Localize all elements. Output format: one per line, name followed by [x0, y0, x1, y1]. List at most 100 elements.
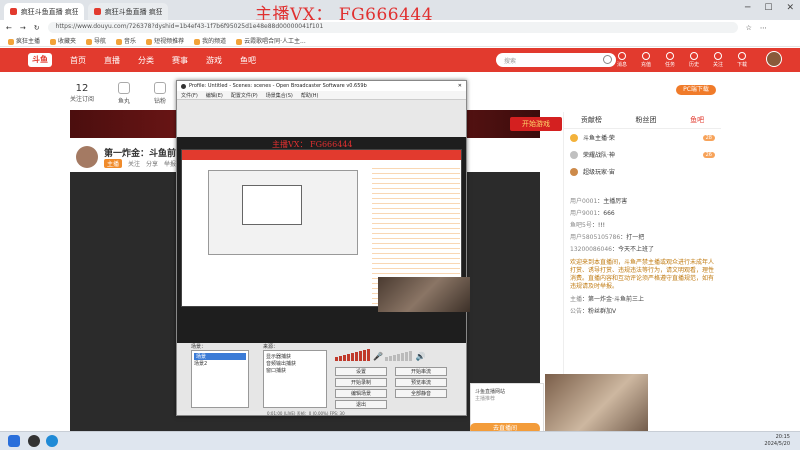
nav-category[interactable]: 分类 — [138, 55, 154, 66]
rank-row[interactable]: 斗鱼主播·荣 28 — [564, 129, 721, 146]
system-clock[interactable]: 20:15 2024/5/20 — [764, 434, 790, 448]
star-icon[interactable]: ☆ — [746, 24, 752, 32]
obs-menu-edit[interactable]: 编辑(E) — [206, 92, 223, 99]
tab-yuba[interactable]: 鱼吧 — [690, 115, 704, 125]
forward-icon[interactable]: → — [20, 24, 26, 32]
recharge-icon[interactable]: 充值 — [639, 52, 653, 68]
bookmark-item[interactable]: 云霞歌唱合同·人工主... — [236, 36, 306, 45]
source-item[interactable]: 显示器捕获 — [266, 353, 324, 360]
menu-icon[interactable]: ⋯ — [760, 24, 767, 32]
fishball-icon — [118, 81, 131, 94]
nav-yuba[interactable]: 鱼吧 — [240, 55, 256, 66]
obs-menu-help[interactable]: 帮助(H) — [301, 92, 319, 99]
search-icon[interactable] — [603, 55, 612, 64]
nav-home[interactable]: 首页 — [70, 55, 86, 66]
bookmark-item[interactable]: 疯狂主播 — [8, 36, 40, 45]
obs-controls: 场景： 场景 场景2 来源： 显示器捕获 音频输出捕获 窗口捕获 🎤 🔊 设置 … — [177, 343, 466, 411]
sources-label: 来源： — [263, 344, 279, 350]
folder-icon — [194, 38, 201, 45]
folder-icon — [146, 38, 153, 45]
chat-message: 13200086046：今天不上班了 — [570, 246, 655, 253]
header-icon-row: 消息 充值 任务 历史 关注 下载 — [615, 52, 749, 68]
mic-icon[interactable]: 🎤 — [373, 352, 383, 361]
source-item[interactable]: 窗口捕获 — [266, 367, 324, 374]
chat-message: 用户5805105786：打一把 — [570, 234, 645, 241]
fishball-button[interactable]: 鱼丸 — [118, 81, 131, 105]
highlight-message: 主播：第一炸金·斗鱼前三上 — [570, 296, 644, 303]
browser-tab[interactable]: 疯狂斗鱼直播 疯狂斗鱼直播 疯狂斗 — [4, 3, 84, 20]
settings-button[interactable]: 设置 — [335, 367, 387, 376]
speaker-icon[interactable]: 🔊 — [416, 352, 426, 361]
user-avatar[interactable] — [766, 51, 782, 67]
streamer-avatar[interactable] — [76, 146, 98, 168]
chat-message: 用户0001：主播厉害 — [570, 198, 628, 205]
bookmark-item[interactable]: 收藏夹 — [50, 36, 76, 45]
browser-tab[interactable]: 疯狂斗鱼直播 疯狂斗鱼直播 疯狂斗 — [88, 3, 168, 20]
streamer-tags: 主播 关注 分享 举报 — [104, 159, 176, 168]
search-input[interactable]: 搜索 — [496, 53, 616, 67]
edit-scene-button[interactable]: 编辑场景 — [335, 389, 387, 398]
sources-list: 显示器捕获 音频输出捕获 窗口捕获 — [263, 350, 327, 408]
reload-icon[interactable]: ↻ — [34, 24, 40, 32]
scene-item[interactable]: 场景 — [194, 353, 246, 360]
tab-favicon-icon — [94, 8, 101, 15]
follow-icon[interactable]: 关注 — [711, 52, 725, 68]
history-icon[interactable]: 历史 — [687, 52, 701, 68]
exit-button[interactable]: 退出 — [335, 400, 387, 409]
scenes-label: 场景： — [191, 344, 207, 350]
window-controls: ─ ☐ ✕ — [745, 3, 794, 13]
start-recording-button[interactable]: 开始录制 — [335, 378, 387, 387]
preview-stream-button[interactable]: 预览串流 — [395, 378, 447, 387]
message-icon[interactable]: 消息 — [615, 52, 629, 68]
fan-button[interactable]: 钻粉 — [154, 81, 166, 105]
start-game-button[interactable]: 开始游戏 — [510, 117, 562, 131]
mute-all-button[interactable]: 全部静音 — [395, 389, 447, 398]
start-stream-button[interactable]: 开始串流 — [395, 367, 447, 376]
pc-download-button[interactable]: PC端下载 — [676, 85, 716, 95]
obs-close-icon[interactable]: ✕ — [458, 83, 462, 89]
douyu-logo[interactable]: 斗鱼 — [28, 53, 52, 67]
rank-row[interactable]: 荣耀战队·神 26 — [564, 146, 721, 163]
share-link[interactable]: 分享 — [146, 159, 158, 168]
bookmark-item[interactable]: 我的频道 — [194, 36, 226, 45]
webcam-preview — [378, 277, 470, 312]
page-left-margin — [0, 48, 70, 431]
tab-favicon-icon — [10, 8, 17, 15]
obs-menu-file[interactable]: 文件(F) — [181, 92, 198, 99]
source-item[interactable]: 音频输出捕获 — [266, 360, 324, 367]
minimize-icon[interactable]: ─ — [745, 3, 750, 13]
address-bar: ← → ↻ https://www.douyu.com/726378?dyshi… — [0, 20, 800, 35]
obs-window: Profile: Untitled - Scenes: scenes - Ope… — [176, 80, 467, 416]
tab-contribution[interactable]: 贡献榜 — [581, 115, 602, 125]
follow-link[interactable]: 关注 — [128, 159, 140, 168]
rank-row[interactable]: 超级玩家·宙 — [564, 163, 721, 180]
tab-label: 疯狂斗鱼直播 疯狂斗鱼直播 疯狂斗 — [104, 7, 162, 16]
back-icon[interactable]: ← — [6, 24, 12, 32]
scene-item[interactable]: 场景2 — [194, 360, 246, 367]
tab-label: 疯狂斗鱼直播 疯狂斗鱼直播 疯狂斗 — [20, 7, 78, 16]
audio-meters: 🎤 🔊 — [335, 349, 453, 363]
task-icon[interactable]: 任务 — [663, 52, 677, 68]
bookmark-item[interactable]: 短视频推荐 — [146, 36, 184, 45]
obs-titlebar: Profile: Untitled - Scenes: scenes - Ope… — [177, 81, 466, 91]
maximize-icon[interactable]: ☐ — [764, 3, 772, 13]
rank-medal-icon — [570, 167, 578, 176]
browser-tab-bar: 疯狂斗鱼直播 疯狂斗鱼直播 疯狂斗 疯狂斗鱼直播 疯狂斗鱼直播 疯狂斗 主播VX… — [0, 0, 800, 25]
nav-games[interactable]: 游戏 — [206, 55, 222, 66]
nav-live[interactable]: 直播 — [104, 55, 120, 66]
edge-icon[interactable] — [46, 435, 58, 447]
close-icon[interactable]: ✕ — [786, 3, 794, 13]
obs-menu-profile[interactable]: 配置文件(P) — [231, 92, 258, 99]
bookmark-item[interactable]: 音乐 — [116, 36, 136, 45]
download-icon[interactable]: 下载 — [735, 52, 749, 68]
report-link[interactable]: 举报 — [164, 159, 176, 168]
obs-taskbar-icon[interactable] — [28, 435, 40, 447]
obs-menu-scenes[interactable]: 场景集合(S) — [266, 92, 293, 99]
chat-message: 用户9001：666 — [570, 210, 615, 217]
url-input[interactable]: https://www.douyu.com/726378?dyshid=1b4e… — [47, 22, 738, 33]
bookmark-item[interactable]: 导航 — [86, 36, 106, 45]
tab-fans[interactable]: 粉丝团 — [635, 115, 656, 125]
nav-esports[interactable]: 赛事 — [172, 55, 188, 66]
follow-count[interactable]: 12 关注订阅 — [70, 83, 94, 103]
start-icon[interactable] — [8, 435, 20, 447]
